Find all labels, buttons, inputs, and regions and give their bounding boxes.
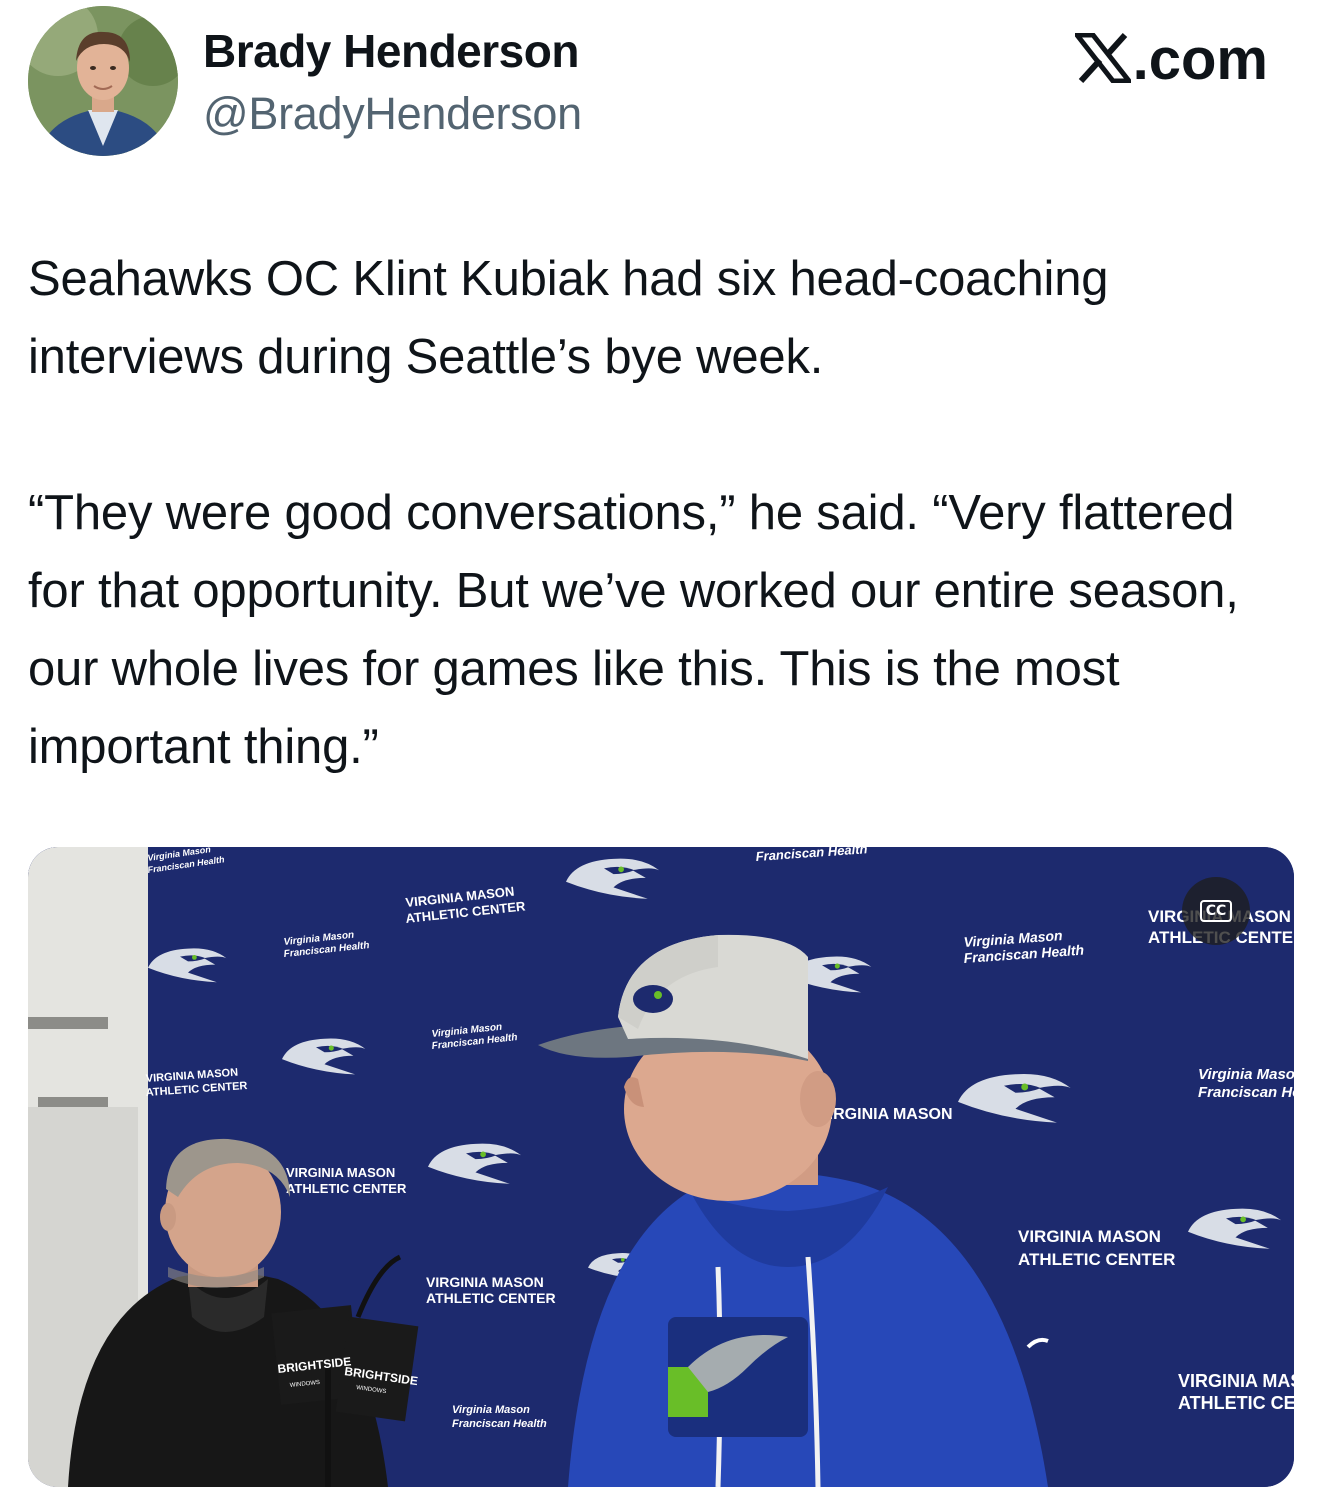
press-conference-image: VIRGINIA MASON ATHLETIC CENTER VIRGINIA … [28,847,1294,1487]
backdrop-vm-athletic-12: ATHLETIC CENTER [1018,1250,1175,1269]
author-avatar[interactable] [28,6,178,156]
backdrop-vm-athletic-11: VIRGINIA MASON [1018,1227,1161,1246]
backdrop-vm-health-11: Franciscan Health [1198,1084,1294,1101]
tweet-body: Seahawks OC Klint Kubiak had six head-co… [28,240,1288,786]
x-logo-text: .com [1132,27,1268,92]
x-logo: .com [1074,26,1268,93]
x-brand-icon [1074,33,1131,83]
backdrop-vm-health-12: Virginia Mason [452,1404,530,1416]
closed-captions-icon: CC [1199,900,1233,922]
tweet-video[interactable]: VIRGINIA MASON ATHLETIC CENTER VIRGINIA … [28,847,1294,1487]
closed-captions-button[interactable]: CC [1182,877,1250,945]
author-handle[interactable]: @BradyHenderson [203,88,582,140]
backdrop-vm-health-10: Virginia Mason [1198,1066,1294,1083]
backdrop-vm-athletic-15: ATHLETIC CENTER [286,1181,407,1196]
backdrop-vm-health-13: Franciscan Health [452,1418,547,1430]
backdrop-vm-athletic-13: VIRGINIA MASON [818,1106,953,1123]
profile-photo-icon [28,6,178,156]
backdrop-vm-athletic-14: VIRGINIA MASON [286,1165,395,1180]
backdrop-vm-athletic-6: ATHLETIC CENTER [426,1290,556,1306]
tweet-paragraph-2: “They were good conversations,” he said.… [28,486,1239,774]
backdrop-vm-athletic-7: VIRGINIA MASON [1178,1371,1294,1391]
author-name[interactable]: Brady Henderson [203,24,579,78]
backdrop-vm-athletic-8: ATHLETIC CENTER [1178,1393,1294,1413]
backdrop-vm-athletic-5: VIRGINIA MASON [426,1274,544,1290]
tweet-paragraph-1: Seahawks OC Klint Kubiak had six head-co… [28,252,1109,384]
tweet-header: Brady Henderson @BradyHenderson .com [0,0,1320,170]
